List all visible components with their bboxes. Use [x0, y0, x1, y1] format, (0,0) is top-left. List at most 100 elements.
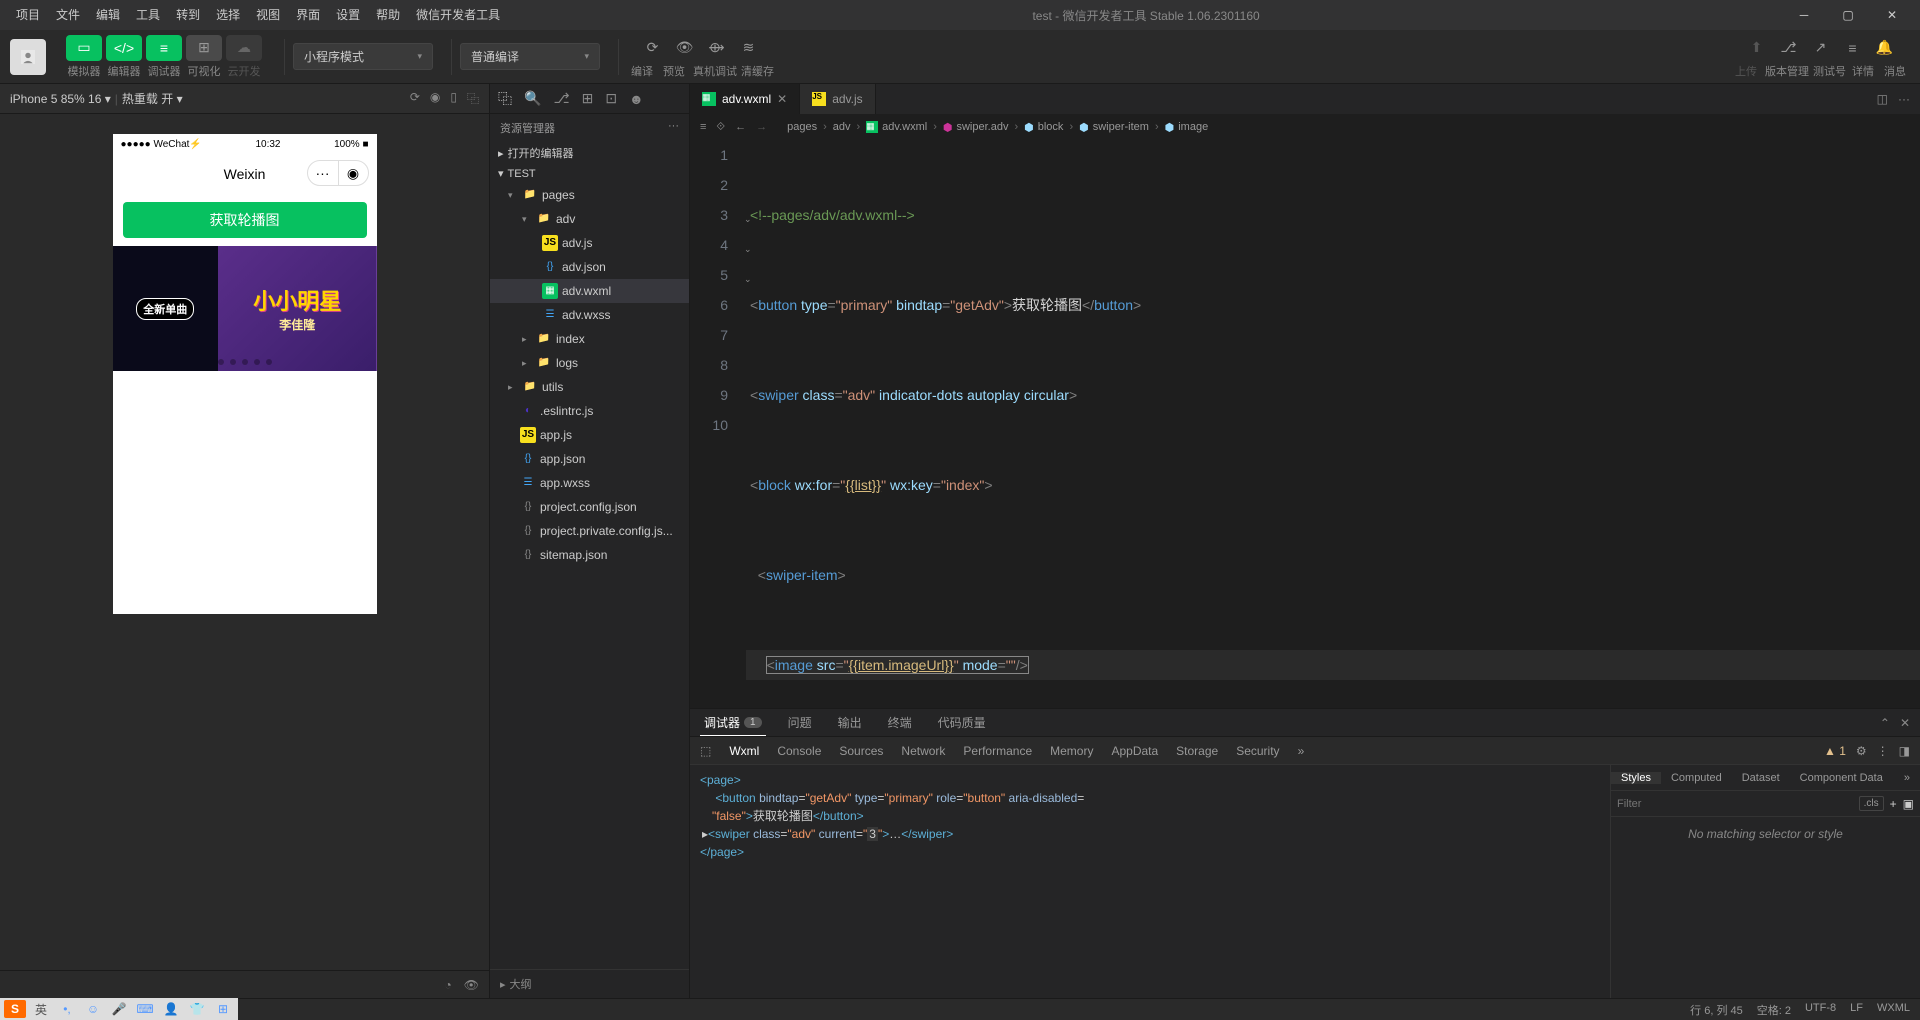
bc-adv-wxml[interactable]: ▦adv.wxml [866, 121, 927, 133]
file-app-wxss[interactable]: ☰app.wxss [490, 471, 689, 495]
menu-settings[interactable]: 设置 [328, 0, 368, 30]
filter-input[interactable] [1617, 798, 1859, 810]
eol[interactable]: LF [1850, 1002, 1863, 1018]
code-editor[interactable]: 12345678910 ⌄⌄⌄ <!--pages/adv/adv.wxml--… [690, 140, 1920, 708]
file-adv-wxml[interactable]: ▦adv.wxml [490, 279, 689, 303]
tab-dataset[interactable]: Dataset [1732, 772, 1790, 784]
capsule-buttons[interactable]: ···◉ [307, 160, 369, 186]
detach-icon[interactable]: ⿻ [467, 90, 479, 107]
menu-select[interactable]: 选择 [208, 0, 248, 30]
avatar[interactable] [10, 39, 46, 75]
mode-dropdown[interactable]: 小程序模式 [293, 43, 433, 70]
capsule-menu-icon[interactable]: ··· [308, 161, 338, 185]
dock-icon[interactable]: ◨ [1899, 744, 1910, 758]
ime-punct-icon[interactable]: •, [56, 1000, 78, 1018]
git-icon[interactable]: ⎇ [553, 90, 569, 107]
menu-help[interactable]: 帮助 [368, 0, 408, 30]
tab-debugger[interactable]: 调试器1 [700, 709, 766, 736]
cloud-dev-toggle[interactable]: ☁ [226, 35, 262, 61]
tab-security[interactable]: Security [1236, 744, 1279, 758]
menu-interface[interactable]: 界面 [288, 0, 328, 30]
menu-wechat-devtools[interactable]: 微信开发者工具 [408, 0, 508, 30]
inspect-icon[interactable]: ⬚ [700, 744, 711, 758]
more-icon[interactable]: ··· [668, 120, 679, 136]
ime-logo-icon[interactable]: S [4, 1000, 26, 1018]
ime-skin-icon[interactable]: 👕 [186, 1000, 208, 1018]
tab-adv-wxml[interactable]: ▦adv.wxml✕ [690, 84, 800, 114]
ime-toolbar[interactable]: S 英 •, ☺ 🎤 ⌨ 👤 👕 ⊞ [0, 998, 238, 1020]
ime-lang-icon[interactable]: 英 [30, 1000, 52, 1018]
bc-image[interactable]: ⬢image [1165, 121, 1209, 134]
search-icon[interactable]: 🔍 [524, 90, 541, 107]
editor-toggle[interactable]: </> [106, 35, 142, 61]
bc-swiper-adv[interactable]: ⬢swiper.adv [943, 121, 1009, 134]
simulator-toggle[interactable]: ▭ [66, 35, 102, 61]
file-app-js[interactable]: JSapp.js [490, 423, 689, 447]
build-icon[interactable]: ⊡ [605, 90, 617, 107]
compile-dropdown[interactable]: 普通编译 [460, 43, 600, 70]
elements-tree[interactable]: <page> <button bindtap="getAdv" type="pr… [690, 765, 1610, 998]
folder-index[interactable]: ▸📁index [490, 327, 689, 351]
bc-swiper-item[interactable]: ⬢swiper-item [1079, 121, 1149, 134]
back-icon[interactable]: ← [735, 121, 746, 134]
tab-wxml[interactable]: Wxml [729, 744, 759, 758]
minimize-button[interactable]: ─ [1784, 0, 1824, 30]
tab-performance[interactable]: Performance [963, 744, 1032, 758]
tab-storage[interactable]: Storage [1176, 744, 1218, 758]
extensions-icon[interactable]: ⊞ [582, 90, 594, 107]
tab-component-data[interactable]: Component Data [1790, 772, 1893, 784]
files-icon[interactable]: ⿻ [498, 89, 512, 109]
encoding[interactable]: UTF-8 [1805, 1002, 1836, 1018]
menu-goto[interactable]: 转到 [168, 0, 208, 30]
tab-styles[interactable]: Styles [1611, 772, 1661, 784]
device-selector[interactable]: iPhone 5 85% 16 ▾ [10, 92, 111, 106]
file-adv-wxss[interactable]: ☰adv.wxss [490, 303, 689, 327]
file-app-json[interactable]: {}app.json [490, 447, 689, 471]
file-project-private[interactable]: {}project.private.config.js... [490, 519, 689, 543]
tab-memory[interactable]: Memory [1050, 744, 1093, 758]
sim-gauge-icon[interactable]: ◔ [445, 978, 452, 992]
file-sitemap[interactable]: {}sitemap.json [490, 543, 689, 567]
menu-project[interactable]: 项目 [8, 0, 48, 30]
outline-section[interactable]: ▸大纲 [490, 969, 689, 998]
close-icon[interactable]: ✕ [777, 92, 787, 106]
file-project-config[interactable]: {}project.config.json [490, 495, 689, 519]
split-icon[interactable]: ◫ [1877, 92, 1888, 106]
robot-icon[interactable]: ☻ [629, 91, 644, 107]
ime-emoji-icon[interactable]: ☺ [82, 1000, 104, 1018]
indent-setting[interactable]: 空格: 2 [1757, 1002, 1791, 1018]
tab-terminal[interactable]: 终端 [884, 709, 916, 736]
message-button[interactable]: 🔔 [1870, 35, 1900, 61]
bc-pages[interactable]: pages [787, 121, 817, 133]
tab-quality[interactable]: 代码质量 [934, 709, 990, 736]
kebab-icon[interactable]: ⋮ [1877, 744, 1889, 758]
visualize-toggle[interactable]: ⊞ [186, 35, 222, 61]
version-button[interactable]: ⎇ [1774, 35, 1804, 61]
tab-output[interactable]: 输出 [834, 709, 866, 736]
warning-badge[interactable]: ▲ 1 [1824, 744, 1846, 758]
sim-eye-icon[interactable]: 👁 [464, 978, 479, 992]
tab-adv-js[interactable]: JSadv.js [800, 84, 875, 114]
gear-icon[interactable]: ⚙ [1856, 744, 1867, 758]
ime-voice-icon[interactable]: 🎤 [108, 1000, 130, 1018]
phone-frame[interactable]: ●●●●● WeChat⚡ 10:32 100% ■ Weixin ···◉ 获… [113, 134, 377, 614]
ime-toolbox-icon[interactable]: ⊞ [212, 1000, 234, 1018]
menu-file[interactable]: 文件 [48, 0, 88, 30]
debugger-toggle[interactable]: ≡ [146, 35, 182, 61]
collapse-icon[interactable]: ⌃ [1880, 716, 1890, 730]
ime-keyboard-icon[interactable]: ⌨ [134, 1000, 156, 1018]
close-button[interactable]: ✕ [1872, 0, 1912, 30]
clear-cache-button[interactable]: ≋ [734, 35, 764, 61]
menu-edit[interactable]: 编辑 [88, 0, 128, 30]
more-icon[interactable]: » [1894, 772, 1920, 784]
capsule-close-icon[interactable]: ◉ [338, 161, 368, 185]
bc-adv[interactable]: adv [833, 121, 851, 133]
compile-button[interactable]: ⟳ [638, 35, 668, 61]
test-section[interactable]: ▾TEST [490, 164, 689, 183]
folder-utils[interactable]: ▸📁utils [490, 375, 689, 399]
more-tabs-icon[interactable]: » [1298, 744, 1305, 758]
file-eslintrc[interactable]: ◐.eslintrc.js [490, 399, 689, 423]
detail-button[interactable]: ≡ [1838, 35, 1868, 61]
cls-button[interactable]: .cls [1859, 796, 1884, 811]
tab-problems[interactable]: 问题 [784, 709, 816, 736]
